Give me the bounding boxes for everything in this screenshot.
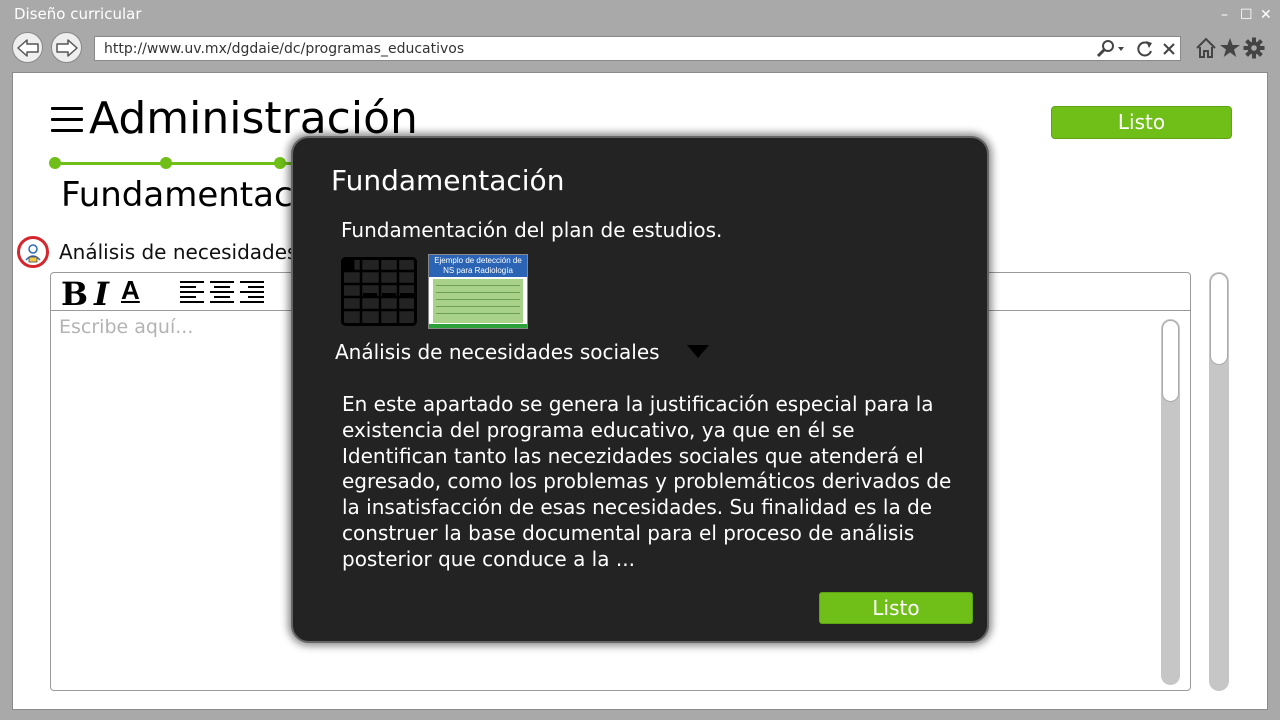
step-dot[interactable] bbox=[274, 157, 286, 169]
home-icon[interactable] bbox=[1195, 37, 1217, 59]
address-bar[interactable]: http://www.uv.mx/dgdaie/dc/programas_edu… bbox=[94, 36, 1181, 61]
minimize-icon[interactable]: – bbox=[1221, 6, 1228, 24]
gear-icon[interactable] bbox=[1243, 37, 1265, 59]
modal-done-button[interactable]: Listo bbox=[819, 592, 973, 624]
page-scroll-thumb[interactable] bbox=[1210, 273, 1228, 365]
people-icon bbox=[17, 236, 49, 268]
modal-description: En este apartado se genera la justificac… bbox=[342, 392, 952, 571]
table-icon[interactable] bbox=[341, 257, 417, 326]
align-right-icon[interactable] bbox=[239, 280, 265, 304]
section-title: Fundamentación bbox=[61, 175, 301, 215]
modal-title: Fundamentación bbox=[331, 164, 565, 197]
forward-button[interactable] bbox=[51, 32, 82, 63]
close-window-icon[interactable]: ✕ bbox=[1260, 6, 1272, 24]
dropdown-arrow-icon[interactable] bbox=[687, 345, 709, 359]
reload-icon[interactable] bbox=[1135, 39, 1155, 59]
menu-icon[interactable] bbox=[51, 107, 83, 133]
maximize-icon[interactable]: ☐ bbox=[1240, 6, 1253, 24]
window-titlebar: Diseño curricular – ☐ ✕ bbox=[0, 0, 1280, 30]
editor-placeholder[interactable]: Escribe aquí... bbox=[59, 316, 193, 338]
done-button[interactable]: Listo bbox=[1051, 106, 1232, 139]
editor-scrollbar[interactable] bbox=[1161, 319, 1180, 685]
underline-button[interactable]: A bbox=[121, 275, 140, 306]
align-center-icon[interactable] bbox=[209, 280, 235, 304]
url-text[interactable]: http://www.uv.mx/dgdaie/dc/programas_edu… bbox=[104, 41, 464, 57]
bold-button[interactable]: B bbox=[61, 275, 88, 313]
section-subtitle: Análisis de necesidades sociales bbox=[59, 240, 299, 264]
close-icon[interactable] bbox=[1159, 39, 1179, 59]
page-scrollbar[interactable] bbox=[1209, 272, 1229, 691]
back-arrow-icon bbox=[17, 39, 39, 57]
forward-arrow-icon bbox=[56, 39, 78, 57]
search-icon[interactable] bbox=[1095, 39, 1127, 59]
topic-dropdown[interactable]: Análisis de necesidades sociales bbox=[335, 340, 660, 364]
back-button[interactable] bbox=[12, 32, 43, 63]
star-icon[interactable] bbox=[1219, 37, 1241, 59]
window-title: Diseño curricular bbox=[14, 5, 142, 23]
step-dot[interactable] bbox=[160, 157, 172, 169]
thumbnail-caption: Ejemplo de detección de NS para Radiolog… bbox=[429, 255, 527, 277]
italic-button[interactable]: I bbox=[94, 275, 109, 313]
step-dot[interactable] bbox=[49, 157, 61, 169]
fundamentacion-modal: Fundamentación Fundamentación del plan d… bbox=[291, 136, 989, 643]
example-document-thumbnail[interactable]: Ejemplo de detección de NS para Radiolog… bbox=[428, 254, 528, 329]
modal-subtitle: Fundamentación del plan de estudios. bbox=[341, 218, 723, 242]
align-left-icon[interactable] bbox=[179, 280, 205, 304]
editor-scroll-thumb[interactable] bbox=[1162, 320, 1179, 402]
